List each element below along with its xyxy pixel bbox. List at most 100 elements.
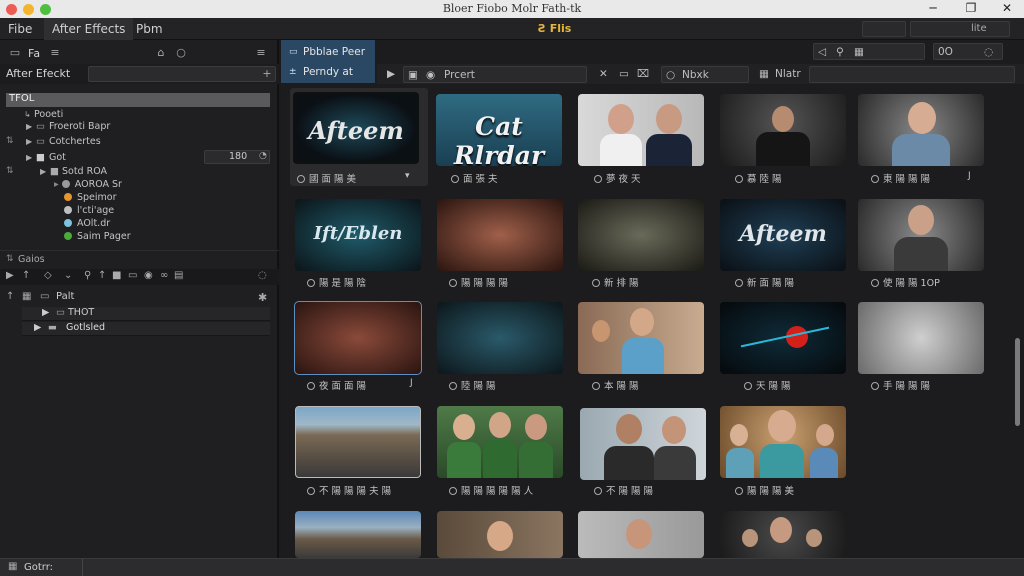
tab-presets[interactable]: ▭ Pbblae Peer ± Perndy at (281, 40, 375, 83)
settings-icon[interactable]: ○ (174, 46, 188, 60)
diamond-icon[interactable]: ◇ (44, 270, 52, 281)
layer-icon[interactable]: ▭ (40, 291, 49, 302)
effect-thumbnail[interactable] (580, 408, 706, 480)
value-field[interactable]: 180 ◔ (204, 150, 270, 164)
pin-icon[interactable]: ⚲ (84, 270, 91, 281)
effect-thumbnail[interactable] (858, 94, 984, 166)
tree-item[interactable]: Speimor (64, 191, 117, 204)
pin-icon[interactable]: ⇅ (6, 166, 14, 176)
effect-thumbnail[interactable] (720, 94, 846, 166)
star-icon[interactable]: ✱ (258, 291, 267, 304)
up-icon[interactable]: ↑ (98, 270, 106, 281)
minimize-icon[interactable]: ─ (926, 1, 940, 15)
status-icon: ▦ (8, 561, 18, 572)
link-icon[interactable]: ∞ (160, 270, 168, 281)
layer-row[interactable]: ▶ ▬ Gotlsled (22, 322, 270, 336)
tree-item[interactable]: l'cti'age (64, 204, 114, 217)
effect-caption: 使 陽 陽 1OP (871, 275, 1011, 289)
effect-thumbnail[interactable] (858, 302, 984, 374)
square-icon[interactable]: ■ (112, 270, 121, 281)
mode-selector[interactable]: ○ Nbxk (661, 66, 749, 83)
effect-thumbnail[interactable]: Afteem (720, 199, 846, 271)
search-icon[interactable]: ⚲ (836, 46, 844, 58)
panel-options-icon[interactable]: ≡ (48, 46, 62, 60)
pin-icon[interactable]: ⇅ (6, 136, 14, 146)
search-icon[interactable]: ◉ (426, 69, 435, 81)
add-icon[interactable]: ↑ (6, 291, 14, 302)
tree-item[interactable]: ▶ ■ Sotd ROA (40, 165, 107, 178)
scrollbar-thumb[interactable] (1015, 338, 1020, 426)
filter-field[interactable]: ◁ ⚲ ▦ (813, 43, 925, 60)
effect-thumbnail[interactable] (858, 199, 984, 271)
project-search-input[interactable] (88, 66, 276, 82)
status-divider (82, 559, 83, 576)
effect-thumbnail[interactable] (720, 302, 846, 374)
folder-icon[interactable]: ⌂ (154, 46, 168, 60)
effect-thumbnail[interactable]: Cat Rlrdar (436, 94, 562, 166)
panel-header-label: Fa (28, 47, 41, 60)
effect-thumbnail[interactable] (720, 406, 846, 478)
effect-caption: 陽 陽 陽 陽 陽 人 (449, 483, 589, 497)
zoom-field[interactable]: 0O ◌ (933, 43, 1003, 60)
close-icon[interactable]: ✕ (599, 68, 608, 80)
effect-thumbnail[interactable] (437, 511, 563, 558)
menu-item-after-effects[interactable]: After Effects (44, 18, 134, 40)
effect-caption: 天 陽 陽 (744, 378, 884, 392)
menu-icon[interactable]: ≡ (254, 46, 268, 60)
circle-icon: ○ (666, 69, 676, 81)
rect-icon[interactable]: ▭ (128, 270, 137, 281)
content-scrollbar[interactable] (1010, 88, 1024, 558)
filter-input[interactable] (809, 66, 1015, 83)
copy-icon[interactable]: ▭ (619, 68, 629, 80)
back-icon[interactable]: ◁ (818, 46, 826, 58)
effect-thumbnail[interactable] (578, 511, 704, 558)
play-icon[interactable]: ▶ (6, 270, 14, 281)
up-icon[interactable]: ↑ (22, 270, 30, 281)
save-icon[interactable]: ▣ (408, 69, 418, 81)
effect-thumbnail[interactable] (720, 511, 846, 558)
settings-icon[interactable]: ◌ (258, 270, 267, 281)
add-icon[interactable]: + (260, 67, 274, 81)
delete-icon[interactable]: ⌧ (637, 68, 649, 80)
effect-thumbnail[interactable] (437, 199, 563, 271)
preset-search-input[interactable]: ▣ ◉ Prcert (403, 66, 587, 83)
layer-row[interactable]: ▶ ▭ THOT (22, 307, 270, 321)
tree-item[interactable]: ▶ ▭ Froeroti Bapr (26, 120, 110, 133)
effect-thumbnail[interactable] (578, 94, 704, 166)
workspace-selector[interactable] (862, 21, 906, 37)
effect-thumbnail[interactable]: Afteem (293, 92, 419, 164)
effect-caption: 手 陽 陽 陽 (871, 378, 1011, 392)
effect-thumbnail[interactable] (294, 301, 422, 375)
menu-item-file[interactable]: Fibe (0, 18, 40, 40)
help-search-field[interactable]: lite (910, 21, 1010, 37)
eye-icon[interactable]: ◉ (144, 270, 153, 281)
grid-icon[interactable]: ▦ (22, 291, 31, 302)
chevron-down-icon[interactable]: ⌄ (64, 270, 72, 281)
menu-item-pbm[interactable]: Pbm (128, 18, 171, 40)
grid-icon[interactable]: ▦ (759, 68, 769, 80)
tree-item[interactable]: AOlt.dr (64, 217, 110, 230)
play-icon[interactable]: ▶ (387, 68, 395, 80)
project-search-title: After Efeckt (6, 67, 71, 80)
selected-project-item[interactable]: TFOL (6, 93, 270, 107)
effect-thumbnail[interactable] (578, 199, 704, 271)
panel-menu-icon[interactable]: ▭ (8, 46, 22, 60)
effect-thumbnail[interactable] (437, 302, 563, 374)
tree-item[interactable]: ▶ ■ Got (26, 151, 66, 164)
close-icon[interactable]: ✕ (1000, 1, 1014, 15)
app-badge: Ƨ Flis (538, 22, 572, 35)
chevron-down-icon[interactable]: ▾ (405, 171, 410, 181)
maximize-icon[interactable]: ❐ (964, 1, 978, 15)
tree-item[interactable]: Saim Pager (64, 230, 131, 243)
folder-icon[interactable]: ▤ (174, 270, 183, 281)
tree-item[interactable]: ▶ ▭ Cotchertes (26, 135, 101, 148)
grid-icon[interactable]: ▦ (854, 46, 864, 58)
settings-icon[interactable]: ◌ (984, 46, 993, 58)
effect-thumbnail[interactable] (295, 511, 421, 558)
info-mark: J (410, 378, 413, 388)
effect-thumbnail[interactable] (578, 302, 704, 374)
effect-thumbnail[interactable] (437, 406, 563, 478)
effect-thumbnail[interactable] (295, 406, 421, 478)
effect-thumbnail[interactable]: Ift/Eblen (295, 199, 421, 271)
tree-item[interactable]: ▸ AOROA Sr (54, 178, 122, 191)
